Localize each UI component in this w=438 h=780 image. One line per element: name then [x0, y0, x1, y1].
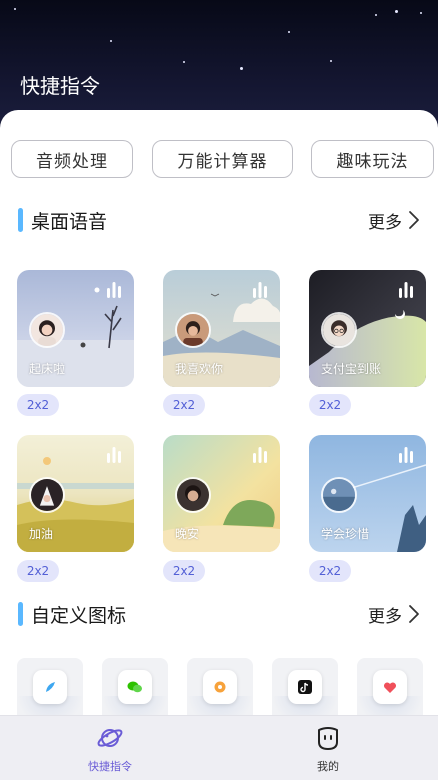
tab-label: 我的	[317, 760, 339, 773]
avatar	[175, 312, 211, 348]
orange-app-icon	[214, 681, 226, 693]
card-title: 起床啦	[29, 362, 66, 376]
audio-bars-icon	[107, 447, 121, 463]
audio-bars-icon	[107, 282, 121, 298]
size-badge: 2x2	[17, 394, 59, 416]
tiktok-icon	[298, 680, 312, 694]
avatar	[29, 477, 65, 513]
icon-tile-tiktok[interactable]	[272, 658, 338, 715]
chip-label: 音频处理	[36, 151, 108, 172]
content-sheet: 音频处理 万能计算器 趣味玩法 桌面语音 更多 起床啦 2x2 我喜欢你 2x2…	[0, 110, 438, 715]
card-title: 加油	[29, 527, 54, 541]
voice-card-wake-up[interactable]: 起床啦	[17, 270, 134, 387]
audio-bars-icon	[399, 447, 413, 463]
chevron-right-icon	[409, 605, 419, 623]
page-title: 快捷指令	[20, 74, 100, 98]
size-badge: 2x2	[309, 394, 351, 416]
icon-tile-wechat[interactable]	[102, 658, 168, 715]
icon-tile-feather[interactable]	[17, 658, 83, 715]
audio-bars-icon	[253, 282, 267, 298]
tab-label: 快捷指令	[88, 760, 132, 773]
audio-bars-icon	[399, 282, 413, 298]
voice-card-good-night[interactable]: 晚安	[163, 435, 280, 552]
tab-shortcuts[interactable]: 快捷指令	[50, 724, 170, 774]
chip-fun-play[interactable]: 趣味玩法	[311, 140, 434, 178]
icon-tile-heart[interactable]	[357, 658, 423, 715]
tab-mine[interactable]: 我的	[268, 724, 388, 774]
section-header-desktop-voice: 桌面语音 更多	[18, 206, 420, 234]
icon-tile-orange-app[interactable]	[187, 658, 253, 715]
avatar	[321, 312, 357, 348]
size-badge: 2x2	[163, 394, 205, 416]
face-icon	[318, 727, 338, 750]
chip-universal-calculator[interactable]: 万能计算器	[152, 140, 293, 178]
chip-label: 万能计算器	[177, 151, 268, 172]
voice-card-learn-to-cherish[interactable]: 学会珍惜	[309, 435, 426, 552]
chip-audio-processing[interactable]: 音频处理	[11, 140, 133, 178]
section-title: 桌面语音	[31, 210, 108, 233]
more-button-desktop-voice[interactable]: 更多	[368, 208, 420, 233]
card-title: 我喜欢你	[175, 362, 224, 376]
section-header-custom-icons: 自定义图标 更多	[18, 600, 420, 628]
section-accent-bar	[18, 602, 23, 626]
heart-icon	[383, 681, 397, 693]
wechat-icon	[127, 681, 142, 693]
bottom-tab-bar: 快捷指令 我的	[0, 715, 438, 780]
size-badge: 2x2	[17, 560, 59, 582]
avatar	[175, 477, 211, 513]
more-button-custom-icons[interactable]: 更多	[368, 602, 420, 627]
card-title: 晚安	[175, 527, 200, 541]
voice-card-keep-going[interactable]: 加油	[17, 435, 134, 552]
planet-icon	[97, 729, 123, 747]
chevron-right-icon	[409, 211, 419, 229]
section-title: 自定义图标	[31, 604, 127, 627]
more-label: 更多	[368, 212, 402, 233]
voice-card-alipay-received[interactable]: 支付宝到账	[309, 270, 426, 387]
avatar	[29, 312, 65, 348]
size-badge: 2x2	[309, 560, 351, 582]
card-title: 学会珍惜	[321, 527, 370, 541]
more-label: 更多	[368, 606, 402, 627]
chip-label: 趣味玩法	[336, 151, 409, 172]
section-accent-bar	[18, 208, 23, 232]
voice-card-i-like-you[interactable]: 我喜欢你	[163, 270, 280, 387]
audio-bars-icon	[253, 447, 267, 463]
feather-icon	[46, 682, 55, 692]
avatar	[321, 477, 357, 513]
size-badge: 2x2	[163, 560, 205, 582]
card-title: 支付宝到账	[321, 362, 382, 376]
